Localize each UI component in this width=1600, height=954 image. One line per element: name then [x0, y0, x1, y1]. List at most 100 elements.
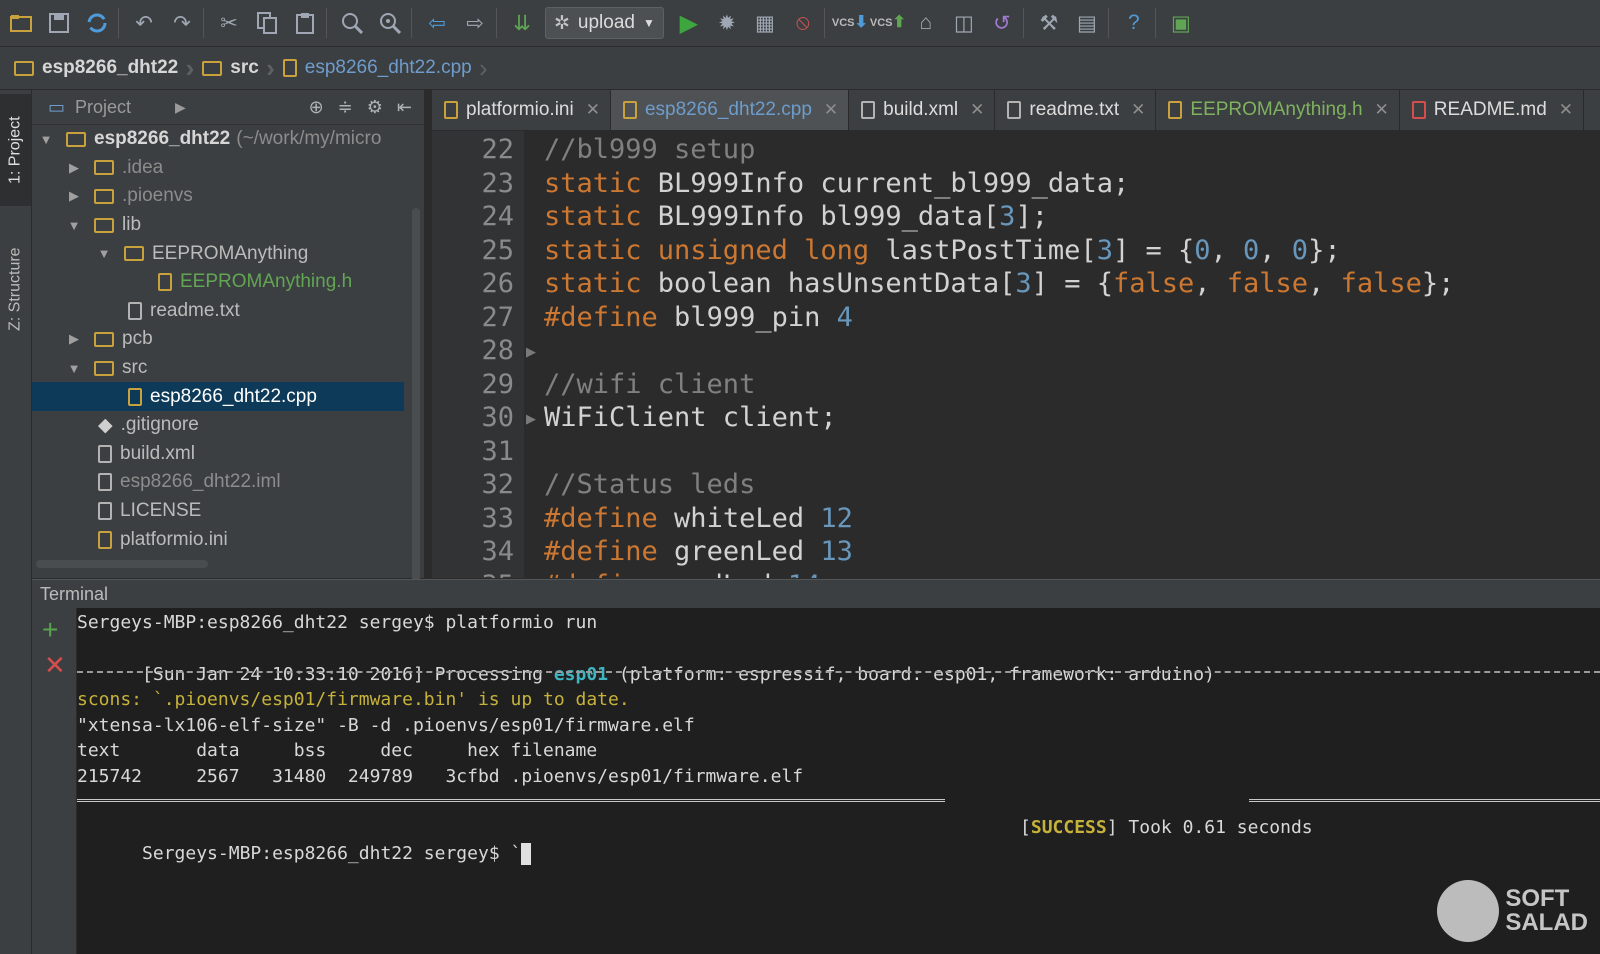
tab-structure[interactable]: Z: Structure	[0, 224, 31, 354]
collapse-all-icon[interactable]: ≑	[338, 97, 353, 118]
tab-build-xml[interactable]: build.xml ✕	[849, 90, 996, 130]
project-panel-header: ▭ Project ▶ ⊕ ≑ ⚙ ⇤	[32, 90, 424, 125]
save-icon[interactable]	[42, 6, 76, 40]
help-icon[interactable]: ?	[1117, 6, 1151, 40]
revert-icon[interactable]: ↺	[985, 6, 1019, 40]
tab-readme-md[interactable]: README.md ✕	[1400, 90, 1585, 130]
chevron-down-icon[interactable]: ▼	[66, 361, 82, 376]
run-icon[interactable]: ▶	[672, 6, 706, 40]
close-icon[interactable]: ✕	[1559, 100, 1573, 120]
close-icon[interactable]: ✕	[1131, 100, 1145, 120]
line-number: 28	[481, 335, 514, 366]
cut-icon[interactable]: ✂	[212, 6, 246, 40]
close-icon[interactable]: ✕	[824, 100, 838, 120]
tree-item-root[interactable]: ▼ esp8266_dht22 (~/work/my/micro	[32, 125, 424, 154]
redo-icon[interactable]: ↷	[165, 6, 199, 40]
terminal-side-toolbar: + ✕	[32, 608, 76, 954]
vcs-update-icon[interactable]: VCS ⬇	[832, 6, 868, 40]
terminal-cursor	[521, 842, 532, 865]
chevron-right-icon[interactable]: ▶	[175, 99, 186, 116]
tree-item-eepromanything-h[interactable]: EEPROMAnything.h	[32, 268, 424, 297]
chevron-down-icon[interactable]: ▼	[38, 132, 54, 147]
tab-project[interactable]: 1: Project	[0, 94, 31, 206]
tree-item-eepromanything[interactable]: ▼ EEPROMAnything	[32, 239, 424, 268]
text-file-icon	[1007, 101, 1022, 119]
open-folder-icon[interactable]	[4, 6, 38, 40]
project-panel-title[interactable]: Project	[75, 97, 131, 118]
hide-panel-icon[interactable]: ⇤	[397, 97, 412, 118]
close-session-icon[interactable]: ✕	[44, 650, 66, 681]
build-icon[interactable]: ⇊	[505, 6, 539, 40]
tree-item-gitignore[interactable]: ◆ .gitignore	[32, 411, 424, 440]
platformio-icon[interactable]: ▣	[1164, 6, 1198, 40]
code-token: ,	[1210, 234, 1244, 266]
bug-config-icon: ✲	[554, 12, 570, 34]
stop-icon[interactable]: ⦸	[786, 6, 820, 40]
paste-icon[interactable]	[288, 6, 322, 40]
code-token: ,	[1259, 234, 1292, 266]
terminal-header: Terminal	[32, 579, 1600, 608]
code-token: ] = {	[1031, 268, 1113, 299]
code-area[interactable]: ▶ ▶ 22//bl999 setup 23 static BL999Info cu…	[432, 131, 1600, 578]
folder-icon	[202, 60, 223, 76]
settings-icon[interactable]: ⚒	[1032, 6, 1066, 40]
chevron-down-icon[interactable]: ▼	[66, 218, 82, 233]
tree-item-idea[interactable]: ▶ .idea	[32, 154, 424, 183]
vcs-compare-icon[interactable]: ◫	[947, 6, 981, 40]
locate-icon[interactable]: ⊕	[309, 97, 324, 118]
project-structure-icon[interactable]: ▤	[1070, 6, 1104, 40]
tree-item-lib[interactable]: ▼ lib	[32, 211, 424, 240]
line-number: 27	[481, 301, 514, 333]
tree-item-platformio-ini[interactable]: platformio.ini	[32, 525, 424, 554]
run-configuration-select[interactable]: ✲ upload ▼	[545, 7, 664, 39]
close-icon[interactable]: ✕	[1375, 100, 1389, 120]
undo-icon[interactable]: ↶	[127, 6, 161, 40]
tab-readme-txt[interactable]: readme.txt ✕	[995, 90, 1157, 130]
chevron-right-icon[interactable]: ▶	[66, 188, 82, 204]
tree-item-license[interactable]: LICENSE	[32, 497, 424, 526]
breadcrumb-item-file[interactable]: esp8266_dht22.cpp ›	[269, 53, 488, 83]
tree-item-build-xml[interactable]: build.xml	[32, 440, 424, 469]
terminal-output[interactable]: Sergeys-MBP:esp8266_dht22 sergey$ platfo…	[77, 608, 1600, 954]
tree-item-readme-txt[interactable]: readme.txt	[32, 297, 424, 326]
close-icon[interactable]: ✕	[970, 100, 984, 120]
folder-icon	[94, 217, 114, 233]
tree-item-pcb[interactable]: ▶ pcb	[32, 325, 424, 354]
terminal-divider	[77, 671, 1600, 673]
code-token: false	[1340, 268, 1422, 299]
forward-icon[interactable]: ⇨	[458, 6, 492, 40]
line-number: 25	[481, 234, 514, 266]
sync-icon[interactable]	[80, 6, 114, 40]
coverage-icon[interactable]: ▦	[748, 6, 782, 40]
chevron-right-icon[interactable]: ▶	[66, 160, 82, 176]
close-icon[interactable]: ✕	[586, 100, 600, 120]
chevron-right-icon[interactable]: ▶	[66, 331, 82, 347]
vertical-scrollbar[interactable]	[412, 208, 420, 588]
copy-icon[interactable]	[250, 6, 284, 40]
tree-item-label: pcb	[122, 328, 153, 350]
tree-item-pioenvs[interactable]: ▶ .pioenvs	[32, 182, 424, 211]
vcs-history-icon[interactable]: ⌂	[909, 6, 943, 40]
tab-platformio-ini[interactable]: platformio.ini ✕	[432, 90, 611, 130]
debug-icon[interactable]: ✹	[710, 6, 744, 40]
find-icon[interactable]	[335, 6, 369, 40]
back-icon[interactable]: ⇦	[420, 6, 454, 40]
chevron-down-icon[interactable]: ▼	[96, 246, 112, 261]
gear-icon[interactable]: ⚙	[367, 97, 383, 118]
vcs-commit-icon[interactable]: VCS ⬆	[870, 6, 906, 40]
code-line: 35 #define redLed 14	[432, 569, 1600, 579]
breadcrumb-item-src[interactable]: src ›	[188, 53, 275, 83]
softsalad-logo-icon	[1437, 880, 1500, 942]
replace-icon[interactable]	[373, 6, 407, 40]
tree-item-src[interactable]: ▼ src	[32, 354, 424, 383]
horizontal-scrollbar[interactable]	[36, 560, 208, 568]
tree-item-esp8266-dht22-cpp[interactable]: esp8266_dht22.cpp	[32, 382, 404, 411]
tab-esp8266-dht22-cpp[interactable]: esp8266_dht22.cpp ✕	[610, 90, 850, 130]
tab-eepromanything-h[interactable]: EEPROMAnything.h ✕	[1156, 90, 1400, 130]
terminal-line: 215742 2567 31480 249789 3cfbd .pioenvs/…	[77, 766, 804, 787]
code-token: WiFiClient client;	[544, 402, 837, 433]
tree-item-iml[interactable]: esp8266_dht22.iml	[32, 468, 424, 497]
add-session-icon[interactable]: +	[42, 614, 58, 646]
breadcrumb-item-project[interactable]: esp8266_dht22 ›	[0, 53, 194, 83]
tree-item-path: (~/work/my/micro	[236, 128, 382, 150]
